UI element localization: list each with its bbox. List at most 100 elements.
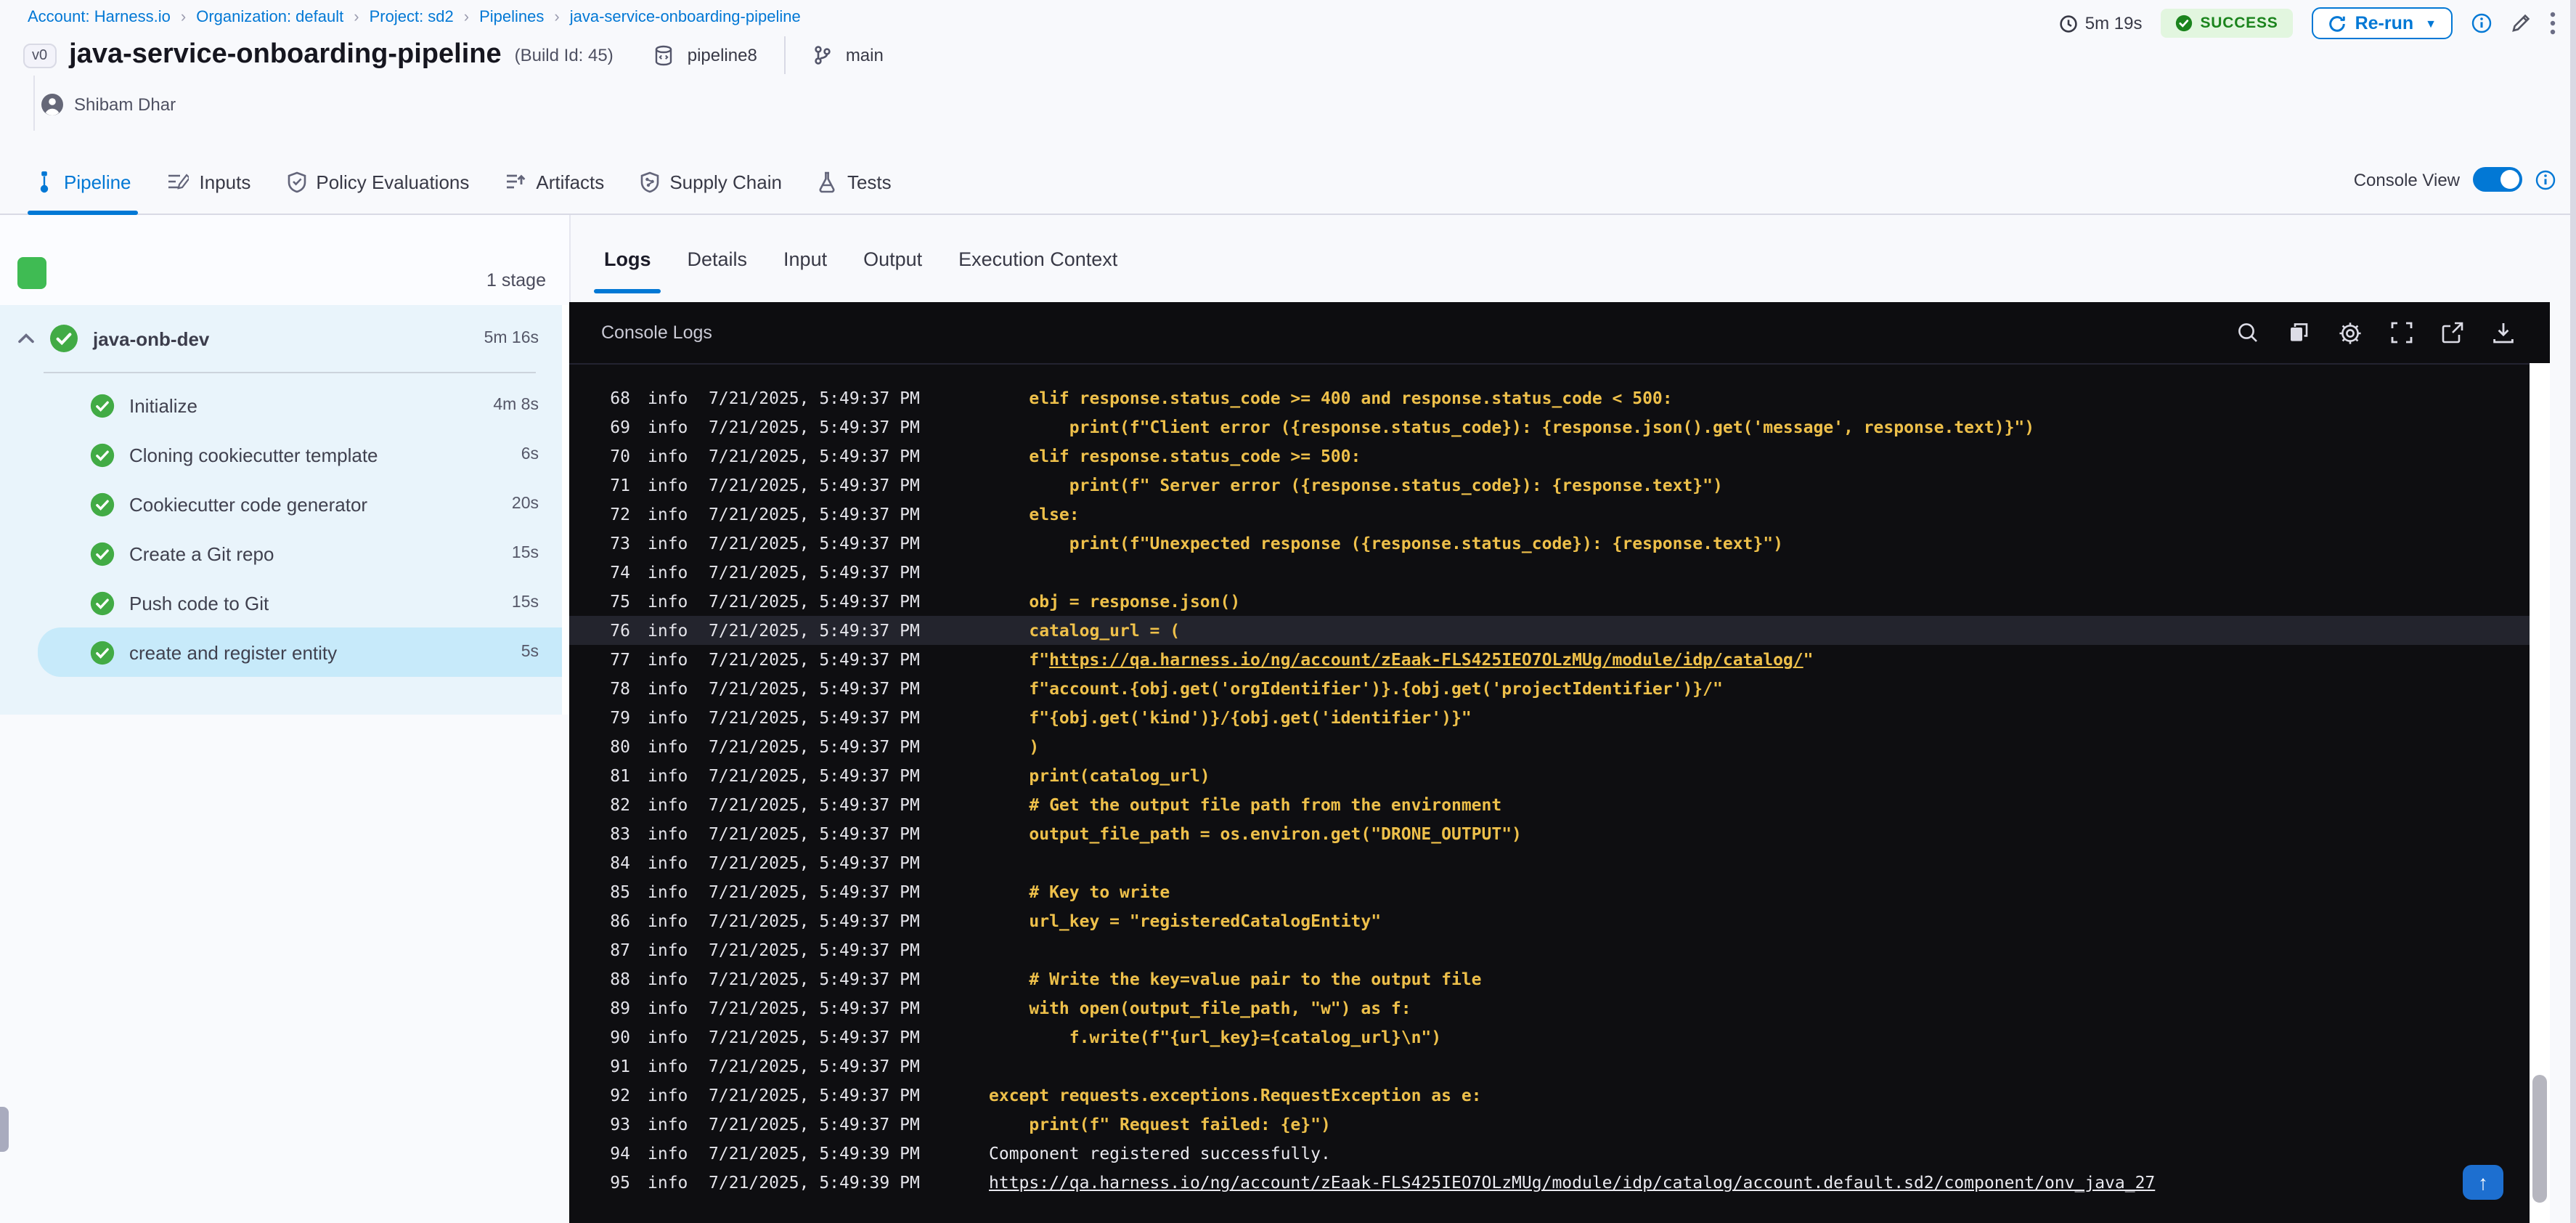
owner-row: Shibam Dhar: [41, 93, 176, 116]
breadcrumb-pipelines[interactable]: Pipelines: [479, 9, 544, 26]
page-scrollbar[interactable]: [2570, 0, 2576, 1223]
tab-details[interactable]: Details: [688, 215, 748, 302]
chevron-up-icon[interactable]: [17, 333, 35, 344]
log-level: info: [648, 562, 688, 582]
log-line-number: 85: [610, 882, 630, 902]
branch-label[interactable]: main: [846, 45, 884, 65]
log-timestamp: 7/21/2025, 5:49:37 PM: [709, 1027, 920, 1047]
step-initialize[interactable]: Initialize 4m 8s: [0, 381, 562, 430]
tab-inputs[interactable]: Inputs: [168, 150, 250, 214]
tab-tests[interactable]: Tests: [818, 150, 892, 214]
pencil-icon[interactable]: [2511, 13, 2531, 33]
kebab-menu-icon[interactable]: [2550, 12, 2556, 35]
tab-pipeline[interactable]: Pipeline: [27, 150, 139, 215]
rerun-button[interactable]: Re-run ▼: [2311, 7, 2453, 39]
log-line-number: 93: [610, 1114, 630, 1134]
stage-count: 1 stage: [486, 270, 546, 290]
download-icon[interactable]: [2492, 321, 2515, 344]
execution-toolbar: 5m 19s SUCCESS Re-run ▼: [2059, 3, 2556, 44]
flask-icon: [818, 171, 837, 192]
log-timestamp: 7/21/2025, 5:49:37 PM: [709, 649, 920, 670]
tab-input[interactable]: Input: [783, 215, 827, 302]
tab-policy-evaluations[interactable]: Policy Evaluations: [287, 150, 469, 214]
scroll-to-top-button[interactable]: ↑: [2463, 1165, 2503, 1200]
success-check-icon: [90, 640, 115, 665]
log-message: print(f"Unexpected response ({response.s…: [989, 533, 1783, 553]
open-in-new-icon[interactable]: [2441, 321, 2464, 344]
step-cookiecutter-code-generator[interactable]: Cookiecutter code generator 20s: [0, 479, 562, 529]
log-timestamp: 7/21/2025, 5:49:37 PM: [709, 882, 920, 902]
stage-minimap-node[interactable]: [17, 257, 46, 289]
info-icon[interactable]: [2471, 13, 2492, 33]
log-timestamp: 7/21/2025, 5:49:37 PM: [709, 853, 920, 873]
log-link[interactable]: https://qa.harness.io/ng/account/zEaak-F…: [1049, 649, 1803, 670]
tab-execution-context[interactable]: Execution Context: [958, 215, 1117, 302]
build-id: (Build Id: 45): [514, 45, 614, 65]
step-push-code-to-git[interactable]: Push code to Git 15s: [0, 578, 562, 627]
search-icon[interactable]: [2236, 321, 2259, 344]
step-name: Create a Git repo: [129, 543, 274, 564]
log-link[interactable]: https://qa.harness.io/ng/account/zEaak-F…: [989, 1172, 2155, 1192]
log-line-number: 71: [610, 475, 630, 495]
log-timestamp: 7/21/2025, 5:49:37 PM: [709, 940, 920, 960]
tab-supply-chain[interactable]: Supply Chain: [640, 150, 782, 214]
log-level: info: [648, 853, 688, 873]
log-message: # Get the output file path from the envi…: [989, 795, 1502, 815]
log-row: 88 info 7/21/2025, 5:49:37 PM # Write the …: [569, 964, 2530, 994]
copy-icon[interactable]: [2287, 321, 2310, 344]
log-timestamp: 7/21/2025, 5:49:37 PM: [709, 765, 920, 786]
sidebar-scrollbar-track[interactable]: [562, 305, 569, 715]
log-timestamp: 7/21/2025, 5:49:37 PM: [709, 824, 920, 844]
stage-row[interactable]: java-onb-dev 5m 16s: [0, 305, 562, 372]
log-message: url_key = "registeredCatalogEntity": [989, 911, 1382, 931]
inputs-icon: [168, 171, 189, 192]
log-line-number: 79: [610, 707, 630, 728]
tab-artifacts[interactable]: Artifacts: [505, 150, 604, 214]
log-level: info: [648, 649, 688, 670]
log-line-number: 81: [610, 765, 630, 786]
log-row: 83 info 7/21/2025, 5:49:37 PM output_file_…: [569, 819, 2530, 848]
log-timestamp: 7/21/2025, 5:49:37 PM: [709, 911, 920, 931]
log-level: info: [648, 736, 688, 757]
stage-duration: 5m 16s: [484, 330, 539, 347]
settings-icon[interactable]: [2338, 320, 2363, 345]
tab-output[interactable]: Output: [863, 215, 922, 302]
console-view-toggle[interactable]: [2473, 167, 2522, 192]
log-message: print(f" Request failed: {e}"): [989, 1114, 1331, 1134]
repository-icon: [654, 44, 674, 66]
step-duration: 6s: [521, 446, 539, 463]
log-message: print(f" Server error ({response.status_…: [989, 475, 1723, 495]
step-name: Cloning cookiecutter template: [129, 444, 378, 466]
log-line-number: 86: [610, 911, 630, 931]
info-icon[interactable]: [2535, 169, 2556, 190]
console-scrollbar-track[interactable]: [2530, 363, 2550, 1223]
log-message: # Key to write: [989, 882, 1170, 902]
breadcrumb-pipeline-name[interactable]: java-service-onboarding-pipeline: [570, 9, 801, 26]
step-cloning-cookiecutter-template[interactable]: Cloning cookiecutter template 6s: [0, 430, 562, 479]
breadcrumb-organization[interactable]: Organization: default: [196, 9, 343, 26]
breadcrumb-project[interactable]: Project: sd2: [370, 9, 454, 26]
log-line-number: 95: [610, 1172, 630, 1192]
fullscreen-icon[interactable]: [2390, 321, 2413, 344]
pipeline-execution-page: Account: Harness.io › Organization: defa…: [0, 0, 2576, 1223]
log-message: except requests.exceptions.RequestExcept…: [989, 1085, 1482, 1105]
drawer-handle[interactable]: [0, 1107, 9, 1152]
log-timestamp: 7/21/2025, 5:49:37 PM: [709, 736, 920, 757]
log-level: info: [648, 475, 688, 495]
avatar: [41, 93, 64, 116]
log-timestamp: 7/21/2025, 5:49:39 PM: [709, 1172, 920, 1192]
log-level: info: [648, 911, 688, 931]
console-scrollbar-thumb[interactable]: [2532, 1075, 2547, 1203]
step-create-and-register-entity[interactable]: create and register entity 5s: [38, 627, 562, 677]
pipeline-ref-label[interactable]: pipeline8: [688, 45, 757, 65]
log-level: info: [648, 707, 688, 728]
log-row: 68 info 7/21/2025, 5:49:37 PM elif respons…: [569, 383, 2530, 413]
log-message: print(catalog_url): [989, 765, 1210, 786]
tab-logs[interactable]: Logs: [593, 215, 662, 302]
stage-name: java-onb-dev: [93, 328, 210, 349]
breadcrumb-account[interactable]: Account: Harness.io: [28, 9, 171, 26]
log-row: 91 info 7/21/2025, 5:49:37 PM: [569, 1052, 2530, 1081]
breadcrumb-separator: ›: [554, 9, 560, 26]
log-line-number: 68: [610, 388, 630, 408]
step-create-a-git-repo[interactable]: Create a Git repo 15s: [0, 529, 562, 578]
